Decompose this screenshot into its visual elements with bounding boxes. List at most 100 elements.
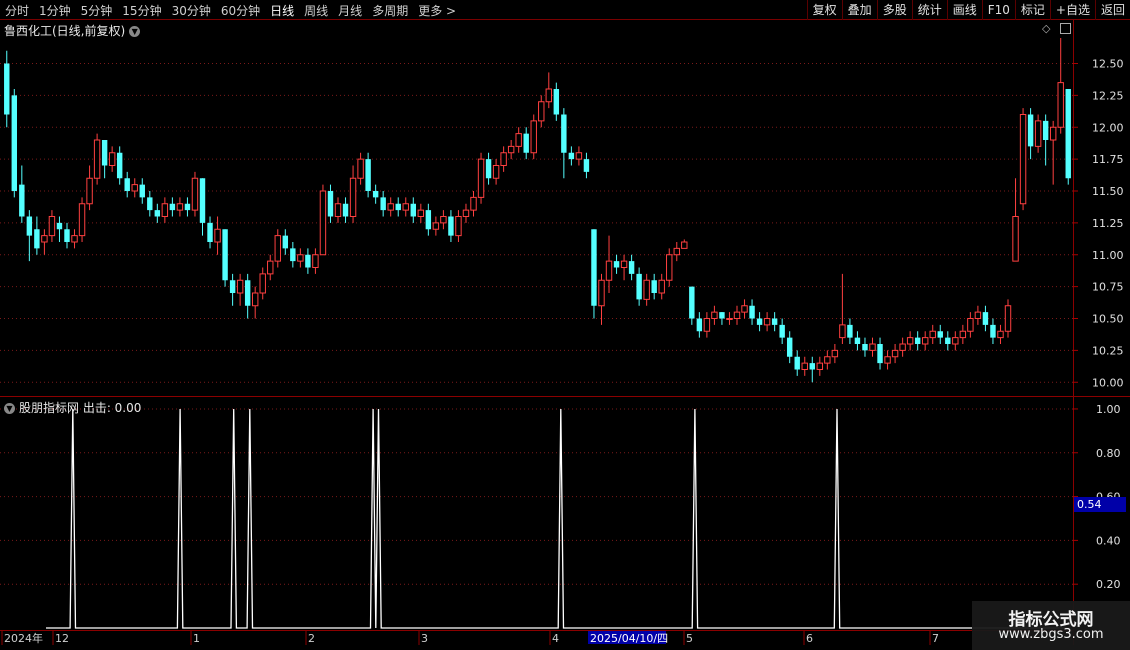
candle-body <box>854 337 861 344</box>
candle <box>884 350 891 370</box>
candle-body <box>64 229 70 242</box>
candle <box>357 152 364 185</box>
candle-body <box>305 254 311 268</box>
candle-body <box>26 216 33 236</box>
candle-body <box>636 273 642 300</box>
candle <box>116 146 123 185</box>
candle-body <box>282 235 289 249</box>
candle-body <box>395 203 401 211</box>
candle-body <box>387 203 394 211</box>
candle-body <box>809 363 815 370</box>
candle <box>432 216 440 236</box>
candle-body <box>455 216 462 237</box>
candle <box>131 178 138 198</box>
candle-body <box>914 337 921 344</box>
candle <box>244 273 251 319</box>
candle-body <box>1027 114 1034 147</box>
candle <box>847 318 853 344</box>
candle <box>34 216 40 255</box>
candle <box>101 140 108 179</box>
candle-body <box>696 318 703 332</box>
candle <box>538 95 545 128</box>
candle-body <box>681 241 688 249</box>
candle-body <box>86 177 93 205</box>
candle <box>839 273 846 344</box>
candle-body <box>365 159 371 191</box>
candle-body <box>372 191 379 198</box>
candle-body <box>756 318 763 325</box>
candle-body <box>937 331 943 338</box>
candle <box>462 203 470 223</box>
candle-body <box>448 216 454 236</box>
candle <box>191 171 199 217</box>
candle <box>651 273 657 300</box>
candle-body <box>733 311 741 319</box>
candle-body <box>575 152 583 160</box>
candle <box>470 191 477 217</box>
candle <box>771 312 778 332</box>
candle <box>477 152 485 204</box>
candle <box>591 229 597 319</box>
candle-body <box>952 337 959 345</box>
candle-body <box>786 337 793 357</box>
candle-body <box>1004 305 1012 332</box>
watermark-url: www.zbgs3.com <box>998 627 1104 642</box>
candle <box>945 331 951 351</box>
candle-body <box>620 260 628 268</box>
candle-body <box>222 229 228 281</box>
candle <box>334 197 342 223</box>
candle-body <box>779 324 785 338</box>
candle <box>906 331 914 351</box>
candle <box>305 248 311 274</box>
candle-body <box>425 210 432 230</box>
candle-body <box>327 191 334 217</box>
candle <box>643 273 650 306</box>
chart-canvas[interactable]: 12.5012.2512.0011.7511.5011.2511.0010.75… <box>0 0 1130 650</box>
candle <box>689 286 695 325</box>
candle <box>485 152 492 185</box>
candle <box>64 222 70 249</box>
candle <box>507 140 515 160</box>
candle <box>222 229 228 287</box>
candle <box>831 344 839 364</box>
candle <box>824 350 831 370</box>
candle-body <box>583 159 590 172</box>
candle-body <box>598 279 605 307</box>
candle <box>93 133 101 185</box>
candle <box>921 331 929 351</box>
candle-body <box>703 318 711 332</box>
candle-body <box>974 311 982 319</box>
candle-body <box>334 203 342 217</box>
candle-body <box>349 177 357 217</box>
candle <box>726 312 733 325</box>
candle <box>658 273 665 300</box>
indicator-y-tick-label: 0.40 <box>1096 534 1121 547</box>
candle-body <box>470 196 477 211</box>
candle <box>139 178 145 204</box>
candle-body <box>229 280 236 293</box>
candle-body <box>613 261 620 268</box>
candle-body <box>34 229 40 249</box>
candle <box>786 331 793 364</box>
candle <box>982 305 989 332</box>
candle-body <box>884 356 891 364</box>
candle <box>1019 108 1027 211</box>
candle <box>124 171 130 198</box>
candle <box>1027 108 1034 160</box>
candle-body <box>763 318 771 326</box>
candle <box>1049 120 1057 185</box>
chevron-down-icon[interactable]: ▼ <box>4 403 15 414</box>
candle <box>779 318 785 344</box>
candle <box>161 197 169 223</box>
candle <box>147 191 153 217</box>
candle <box>290 242 296 268</box>
y-tick-label: 11.25 <box>1092 217 1124 230</box>
candle-body <box>147 197 153 211</box>
candle <box>372 184 379 204</box>
candle <box>899 337 906 357</box>
candle-body <box>1065 89 1071 179</box>
candle-body <box>869 343 876 351</box>
candle-body <box>417 209 425 217</box>
indicator-title[interactable]: ▼ 股朋指标网 出击: 0.00 <box>4 399 141 416</box>
candle-body <box>628 261 635 274</box>
